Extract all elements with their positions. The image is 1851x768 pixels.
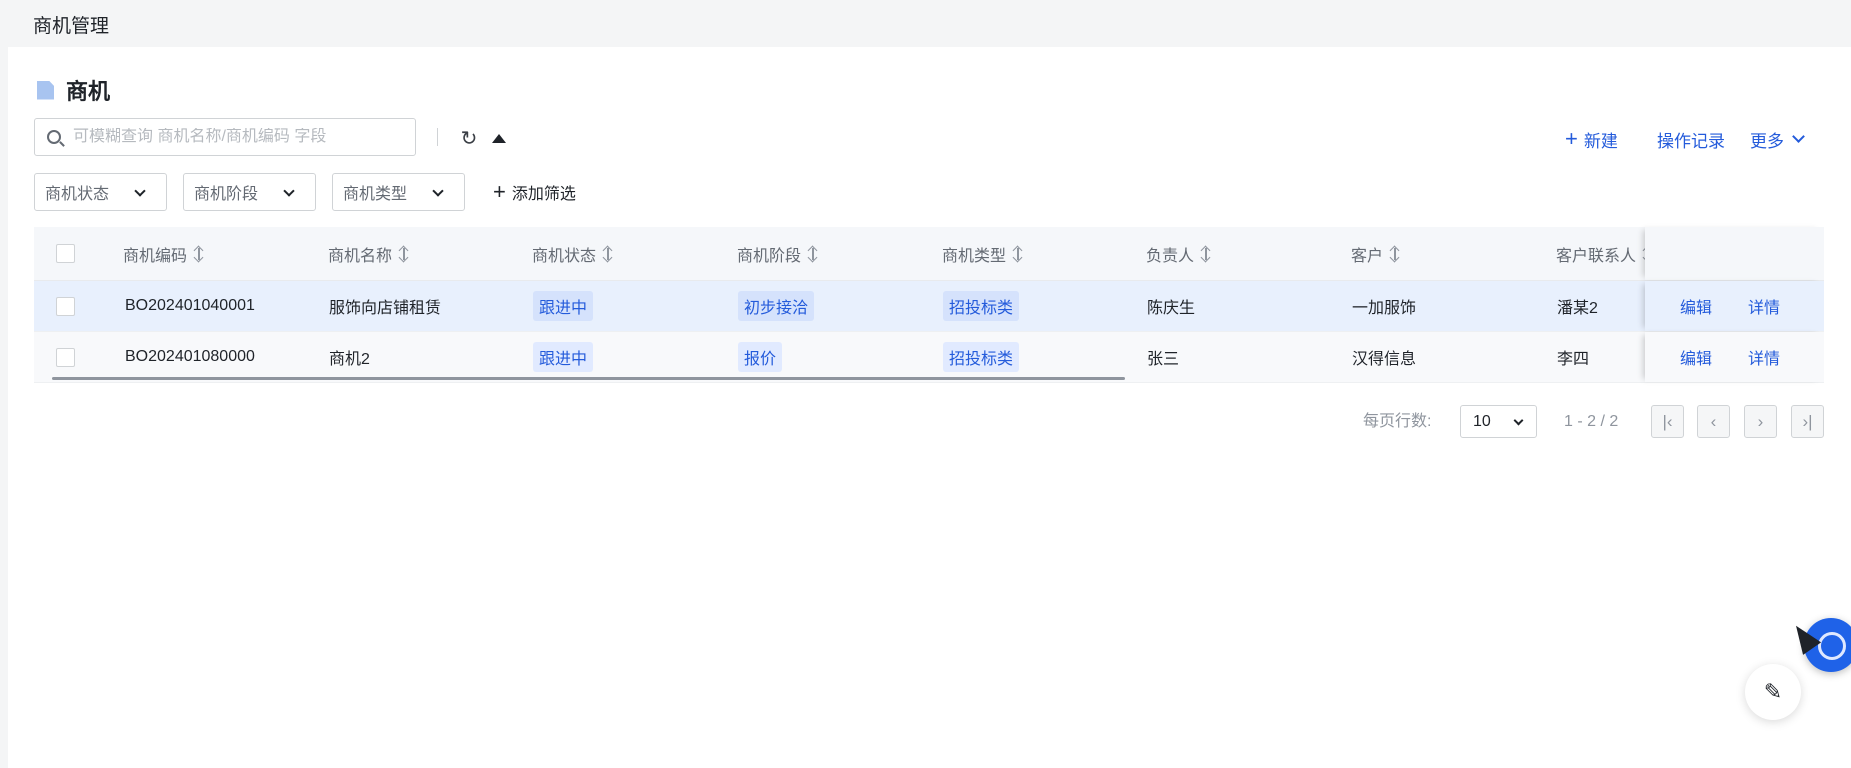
sort-icon[interactable] bbox=[399, 245, 409, 263]
column-header[interactable]: 客户 bbox=[1351, 227, 1400, 280]
sort-icon[interactable] bbox=[194, 245, 204, 263]
select-all-checkbox[interactable] bbox=[56, 244, 75, 263]
select-all-cell bbox=[56, 227, 75, 280]
action-cell: 编辑 详情 bbox=[1645, 281, 1824, 331]
next-page-icon[interactable]: › bbox=[1744, 405, 1777, 438]
cell-contact: 李四 bbox=[1557, 351, 1590, 368]
status-tag: 跟进中 bbox=[533, 291, 594, 321]
chevron-down-icon bbox=[432, 185, 444, 197]
chevron-down-icon bbox=[1513, 415, 1524, 426]
column-label: 客户 bbox=[1351, 247, 1384, 265]
chevron-down-icon bbox=[134, 185, 146, 197]
column-label: 负责人 bbox=[1146, 247, 1195, 265]
table-row[interactable]: BO202401080000 商机2 跟进中 报价 招投标类 张三 汉得信息 李… bbox=[34, 332, 1824, 383]
filter-label: 商机类型 bbox=[343, 186, 408, 203]
prev-page-icon[interactable]: ‹ bbox=[1697, 405, 1730, 438]
cell-code: BO202401040001 bbox=[125, 297, 255, 314]
more-label: 更多 bbox=[1750, 131, 1784, 151]
column-header[interactable]: 商机类型 bbox=[942, 227, 1023, 280]
cell-owner: 陈庆生 bbox=[1147, 300, 1196, 317]
page-range: 1 - 2 / 2 bbox=[1564, 413, 1619, 430]
cell-owner: 张三 bbox=[1147, 351, 1180, 368]
detail-link[interactable]: 详情 bbox=[1748, 281, 1780, 331]
table-header: 商机编码 商机名称 商机状态 商机阶段 商机类型 负责人 客户 客户联系人 bbox=[34, 227, 1824, 281]
column-header[interactable]: 商机状态 bbox=[532, 227, 613, 280]
divider bbox=[437, 128, 438, 146]
column-header[interactable]: 商机名称 bbox=[328, 227, 409, 280]
cell-contact: 潘某2 bbox=[1557, 300, 1598, 317]
action-cell: 编辑 详情 bbox=[1645, 332, 1824, 382]
stage-tag: 报价 bbox=[738, 342, 783, 372]
column-label: 商机类型 bbox=[942, 247, 1007, 265]
edit-link[interactable]: 编辑 bbox=[1680, 332, 1712, 382]
column-label: 商机名称 bbox=[328, 247, 393, 265]
add-filter-button[interactable]: + 添加筛选 bbox=[493, 180, 576, 204]
column-label: 商机编码 bbox=[123, 247, 188, 265]
opportunity-table: 商机编码 商机名称 商机状态 商机阶段 商机类型 负责人 客户 客户联系人 BO… bbox=[34, 227, 1824, 383]
first-page-icon[interactable]: |‹ bbox=[1651, 405, 1684, 438]
new-button[interactable]: + 新建 bbox=[1565, 127, 1618, 151]
chevron-down-icon bbox=[283, 185, 295, 197]
status-tag: 跟进中 bbox=[533, 342, 594, 372]
sort-icon[interactable] bbox=[808, 245, 818, 263]
sort-icon[interactable] bbox=[1201, 245, 1211, 263]
cell-name: 服饰向店铺租赁 bbox=[329, 300, 442, 317]
page-size-value: 10 bbox=[1473, 412, 1491, 430]
sort-icon[interactable] bbox=[1013, 245, 1023, 263]
caret-up-icon[interactable] bbox=[492, 134, 506, 143]
column-label: 商机阶段 bbox=[737, 247, 802, 265]
page-size-select[interactable]: 10 bbox=[1460, 405, 1537, 438]
top-bar: 商机管理 bbox=[0, 0, 1851, 45]
last-page-icon[interactable]: ›| bbox=[1791, 405, 1824, 438]
row-checkbox[interactable] bbox=[56, 347, 75, 367]
sort-icon[interactable] bbox=[603, 245, 613, 263]
table-row[interactable]: BO202401040001 服饰向店铺租赁 跟进中 初步接洽 招投标类 陈庆生… bbox=[34, 281, 1824, 332]
column-header[interactable]: 商机编码 bbox=[123, 227, 204, 280]
cell-code: BO202401080000 bbox=[125, 348, 255, 365]
type-tag: 招投标类 bbox=[943, 342, 1020, 372]
cell-customer: 一加服饰 bbox=[1352, 300, 1417, 317]
plus-icon: + bbox=[1565, 126, 1578, 151]
note-edit-icon[interactable]: ✎ bbox=[1745, 664, 1801, 720]
search-box[interactable] bbox=[34, 118, 416, 156]
document-icon bbox=[37, 80, 54, 100]
detail-link[interactable]: 详情 bbox=[1748, 332, 1780, 382]
column-label: 客户联系人 bbox=[1556, 247, 1637, 265]
filter-stage[interactable]: 商机阶段 bbox=[183, 173, 316, 211]
filter-label: 商机阶段 bbox=[194, 186, 259, 203]
edit-link[interactable]: 编辑 bbox=[1680, 281, 1712, 331]
more-button[interactable]: 更多 bbox=[1750, 127, 1805, 151]
chevron-down-icon bbox=[1792, 129, 1805, 143]
stage-tag: 初步接洽 bbox=[738, 291, 815, 321]
column-header[interactable]: 商机阶段 bbox=[737, 227, 818, 280]
filter-type[interactable]: 商机类型 bbox=[332, 173, 465, 211]
column-label: 商机状态 bbox=[532, 247, 597, 265]
operation-log-button[interactable]: 操作记录 bbox=[1657, 127, 1725, 151]
column-header[interactable]: 负责人 bbox=[1146, 227, 1211, 280]
refresh-icon[interactable]: ↻ bbox=[460, 129, 478, 149]
cell-customer: 汉得信息 bbox=[1352, 351, 1417, 368]
search-icon bbox=[47, 130, 61, 144]
column-header[interactable]: 客户联系人 bbox=[1556, 227, 1653, 280]
action-column-header bbox=[1645, 227, 1824, 280]
cell-name: 商机2 bbox=[329, 351, 370, 368]
row-checkbox[interactable] bbox=[56, 296, 75, 316]
type-tag: 招投标类 bbox=[943, 291, 1020, 321]
filter-label: 商机状态 bbox=[45, 186, 110, 203]
new-button-label: 新建 bbox=[1583, 131, 1618, 151]
rows-per-page-label: 每页行数: bbox=[1363, 413, 1432, 430]
page-header: 商机 bbox=[37, 75, 110, 105]
add-filter-label: 添加筛选 bbox=[511, 186, 576, 203]
page-title: 商机 bbox=[66, 79, 111, 104]
module-title: 商机管理 bbox=[33, 16, 110, 37]
horizontal-scrollbar[interactable] bbox=[52, 377, 1125, 380]
plus-icon: + bbox=[493, 179, 506, 204]
sort-icon[interactable] bbox=[1390, 245, 1400, 263]
search-input[interactable] bbox=[73, 128, 393, 146]
filter-status[interactable]: 商机状态 bbox=[34, 173, 167, 211]
operation-log-label: 操作记录 bbox=[1657, 131, 1725, 151]
